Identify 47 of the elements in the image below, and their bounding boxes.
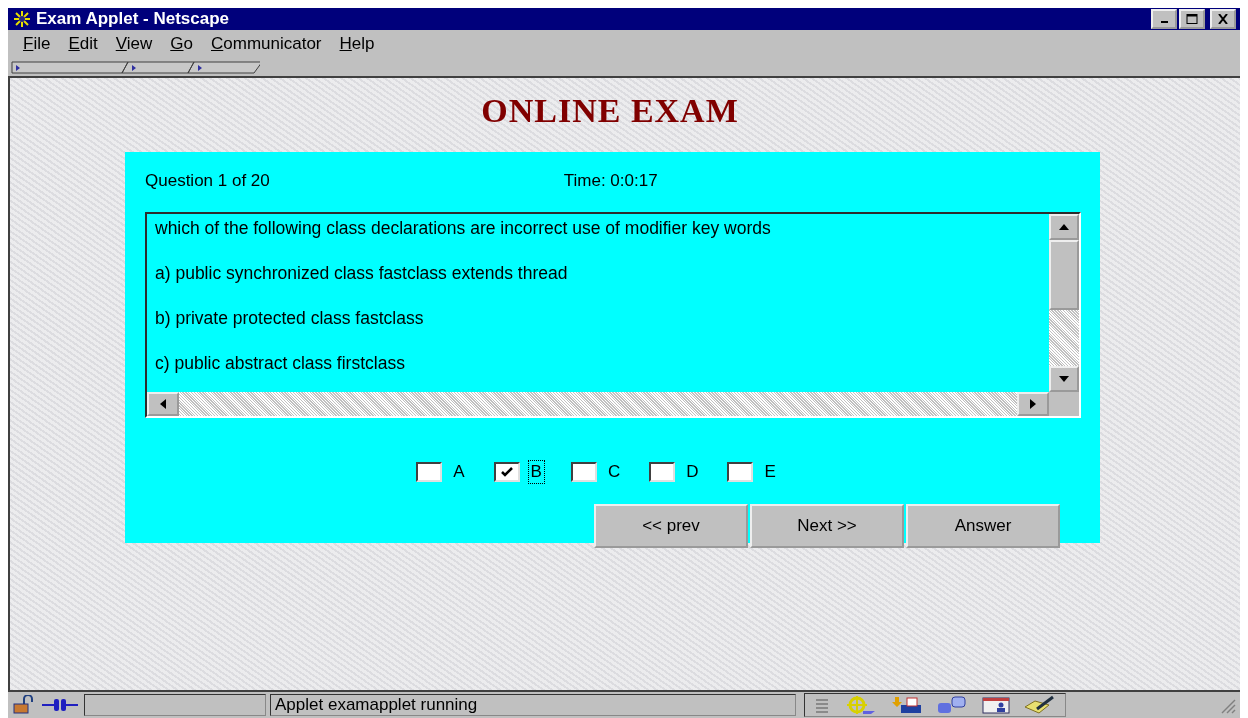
close-button[interactable] [1210, 9, 1236, 29]
question-line: which of the following class declarations are incorrect use of modifier key words [155, 217, 772, 240]
menu-item[interactable]: Go [161, 34, 202, 54]
question-counter: Question 1 of 20 [145, 171, 270, 191]
address-card-icon[interactable] [981, 695, 1011, 715]
maximize-button[interactable] [1179, 9, 1205, 29]
option-label[interactable]: E [761, 460, 779, 484]
menu-item[interactable]: Edit [59, 34, 107, 54]
nav-button[interactable]: Answer [906, 504, 1060, 548]
option-label[interactable]: A [450, 460, 468, 484]
checkbox[interactable] [649, 462, 676, 482]
right-arrow-icon [1030, 399, 1036, 409]
menu-item[interactable]: View [106, 34, 162, 54]
menu-item[interactable]: Communicator [202, 34, 331, 54]
close-icon [1217, 14, 1229, 24]
page-heading: ONLINE EXAM [481, 92, 739, 130]
checkbox[interactable] [493, 462, 520, 482]
question-line: b) private protected class fastclass [155, 307, 425, 330]
question-line: a) public synchronized class fastclass extends thread [155, 262, 569, 285]
checkbox[interactable] [570, 462, 597, 482]
nav-button[interactable]: Next >> [750, 504, 904, 548]
minimize-icon [1160, 21, 1168, 23]
question-line: c) public abstract class firstclass [155, 352, 406, 375]
option-label[interactable]: C [604, 460, 624, 484]
star-burst-icon [12, 9, 32, 29]
up-arrow-icon [1059, 224, 1069, 230]
chat-bubbles-icon[interactable] [935, 695, 969, 715]
status-message: Applet examapplet running [270, 694, 796, 716]
timer-text: Time: 0:0:17 [563, 171, 658, 191]
vertical-scrollbar[interactable] [1049, 214, 1079, 392]
left-arrow-icon [160, 399, 166, 409]
menu-item[interactable]: Help [330, 34, 384, 54]
option-label[interactable]: D [683, 460, 702, 484]
window-title: Exam Applet - Netscape [36, 9, 231, 29]
horizontal-scrollbar[interactable] [147, 392, 1049, 416]
padlock-icon[interactable] [12, 695, 36, 715]
maximize-icon [1186, 14, 1198, 24]
checkbox[interactable] [416, 462, 443, 482]
nav-button[interactable]: << prev [594, 504, 748, 548]
scrollbar-corner [1049, 392, 1079, 416]
checkmark-icon [500, 467, 513, 477]
menu-item[interactable]: File [14, 34, 60, 54]
toolbar-tabs-drawing[interactable] [10, 60, 260, 74]
option-label[interactable]: B [527, 460, 545, 484]
down-arrow-icon [1059, 376, 1069, 382]
checkbox[interactable] [727, 462, 754, 482]
minimize-button[interactable] [1151, 9, 1177, 29]
